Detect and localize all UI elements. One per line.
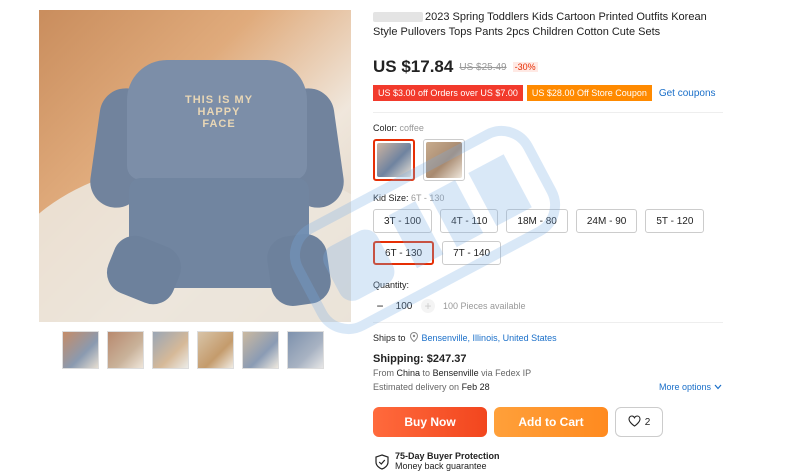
main-product-image[interactable]: THIS IS MY HAPPY FACE [39,10,351,322]
chevron-down-icon [714,382,722,392]
location-pin-icon [409,331,418,344]
blurred-brand [373,12,423,23]
quantity-value[interactable]: 100 [395,301,413,312]
thumbnail[interactable] [62,331,99,369]
pants-leg-right [264,231,334,309]
quantity-minus-button[interactable]: − [373,299,387,313]
orders-coupon[interactable]: US $3.00 off Orders over US $7.00 [373,85,523,101]
to-prefix: to [422,368,431,378]
size-label-text: Kid Size: [373,193,409,203]
size-label: Kid Size: 6T - 130 [373,193,444,203]
thumbnail[interactable] [107,331,144,369]
thumbnail-strip [62,331,324,369]
thumbnail[interactable] [242,331,279,369]
wishlist-count: 2 [644,416,651,428]
more-options-link[interactable]: More options [659,382,722,392]
product-title-text: 2023 Spring Toddlers Kids Cartoon Printe… [373,11,707,38]
quantity-label: Quantity: [373,280,410,290]
swatch-image [426,142,462,178]
quantity-plus-button[interactable]: + [421,299,435,313]
from-prefix: From [373,368,394,378]
thumbnail[interactable] [152,331,189,369]
coupon-row: US $3.00 off Orders over US $7.00 US $28… [373,85,716,101]
size-option[interactable]: 18M - 80 [506,209,568,233]
color-swatch-alt[interactable] [423,139,465,181]
size-option[interactable]: 7T - 140 [442,241,502,265]
eta-date: Feb 28 [461,382,490,392]
size-options: 3T - 100 4T - 110 18M - 80 24M - 90 5T -… [373,209,713,265]
size-option[interactable]: 5T - 120 [645,209,705,233]
wishlist-button[interactable]: 2 [615,407,663,437]
thumbnail[interactable] [287,331,324,369]
discount-badge: -30% [512,62,538,72]
more-options-label: More options [659,382,712,392]
get-coupons-link[interactable]: Get coupons [659,88,716,99]
color-selected-value: coffee [399,123,424,133]
buyer-protection: 75-Day Buyer Protection Money back guara… [375,451,500,471]
estimated-delivery: Estimated delivery on Feb 28 [373,382,490,392]
buy-now-button[interactable]: Buy Now [373,407,487,437]
quantity-available: 100 Pieces available [443,301,526,311]
size-option[interactable]: 3T - 100 [373,209,433,233]
size-option[interactable]: 4T - 110 [440,209,499,233]
color-swatch-coffee[interactable] [373,139,415,181]
divider [373,322,723,323]
divider [373,112,723,113]
shipping-carrier: via Fedex IP [481,368,532,378]
eta-prefix: Estimated delivery on [373,382,460,392]
size-option-selected[interactable]: 6T - 130 [373,241,435,265]
store-coupon[interactable]: US $28.00 Off Store Coupon [526,85,652,101]
ships-to-location-link[interactable]: Bensenville, Illinois, United States [422,333,557,343]
protection-title: 75-Day Buyer Protection [395,451,500,461]
ships-to-label: Ships to [373,333,406,343]
price-row: US $17.84 US $25.49 -30% [373,57,538,77]
ship-from-country: China [396,368,421,378]
shipping-route: From China to Bensenville via Fedex IP [373,368,531,378]
color-label-text: Color: [373,123,398,133]
shield-check-icon [375,454,389,470]
thumbnail[interactable] [197,331,234,369]
heart-icon [628,414,641,430]
protection-subtitle: Money back guarantee [395,461,487,471]
add-to-cart-button[interactable]: Add to Cart [494,407,608,437]
size-option[interactable]: 24M - 90 [575,209,638,233]
product-title: 2023 Spring Toddlers Kids Cartoon Printe… [373,10,718,40]
sweater-print-text: THIS IS MY HAPPY FACE [184,94,254,130]
swatch-image [377,143,411,177]
action-buttons: Buy Now Add to Cart 2 [373,407,663,437]
ships-to-row: Ships to Bensenville, Illinois, United S… [373,331,557,344]
quantity-stepper: − 100 + 100 Pieces available [373,299,526,313]
current-price: US $17.84 [373,57,454,76]
shipping-cost: Shipping: $247.37 [373,353,467,365]
size-selected-value: 6T - 130 [411,193,445,203]
ship-to-city: Bensenville [432,368,479,378]
original-price: US $25.49 [459,61,507,73]
color-label: Color: coffee [373,123,424,133]
color-swatches [373,139,465,181]
